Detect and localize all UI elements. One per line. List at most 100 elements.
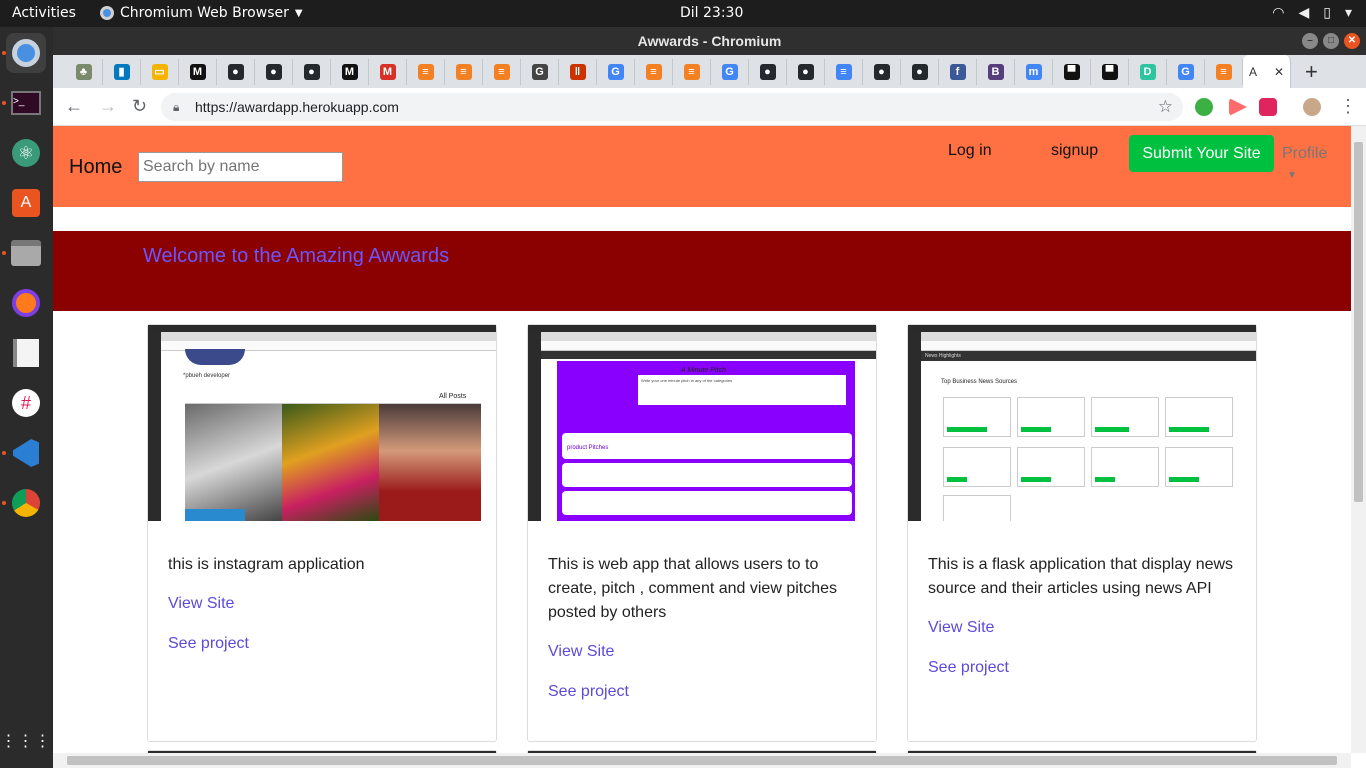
tab-mdb[interactable]: m	[1015, 58, 1053, 85]
tab-github[interactable]: ●	[901, 58, 939, 85]
scrollbar-thumb[interactable]	[67, 756, 1337, 765]
green-extension-icon[interactable]	[1195, 98, 1213, 116]
avatar-icon[interactable]	[1303, 98, 1321, 116]
minimize-button[interactable]: –	[1302, 33, 1318, 49]
pdf-extension-icon[interactable]	[1259, 98, 1277, 116]
dock-slack[interactable]: #	[6, 383, 46, 423]
tab-google[interactable]: G	[711, 58, 749, 85]
home-link[interactable]: Home	[69, 156, 122, 179]
tab-gmail[interactable]: M	[369, 58, 407, 85]
dock-firefox[interactable]	[6, 283, 46, 323]
tab-bootstrap[interactable]: B	[977, 58, 1015, 85]
project-description: This is web app that allows users to to …	[548, 556, 838, 621]
signup-link[interactable]: signup	[1051, 142, 1098, 160]
tab-google[interactable]: G	[597, 58, 635, 85]
stackoverflow-icon: ≡	[417, 63, 434, 80]
tab-stackoverflow[interactable]: ≡	[483, 58, 521, 85]
tab-github[interactable]: ●	[293, 58, 331, 85]
vertical-scrollbar[interactable]	[1351, 126, 1366, 753]
wifi-icon: ◠	[1272, 4, 1285, 20]
view-site-link[interactable]: View Site	[928, 619, 994, 637]
tab-tree[interactable]: ♣	[65, 58, 103, 85]
activities-button[interactable]: Activities	[12, 5, 76, 21]
tab-medium[interactable]: M	[331, 58, 369, 85]
project-card: *pbueh developer All Posts this is insta…	[147, 324, 497, 742]
project-card: A Minute Pitch Write your one minute pit…	[527, 324, 877, 742]
profile-dropdown[interactable]: Profile	[1282, 145, 1327, 163]
see-project-link[interactable]: See project	[548, 683, 629, 701]
tab-heroku[interactable]: ▀	[1091, 58, 1129, 85]
arrow-extension-icon[interactable]	[1229, 98, 1247, 116]
tab-active-awwards[interactable]: A ✕	[1243, 55, 1291, 88]
dock-atom[interactable]: ⚛	[6, 133, 46, 173]
scrollbar-thumb[interactable]	[1354, 142, 1363, 502]
see-project-link[interactable]: See project	[168, 635, 249, 653]
horizontal-scrollbar[interactable]	[53, 753, 1351, 768]
heroku-icon: ▀	[1101, 63, 1118, 80]
tab-google[interactable]: G	[1167, 58, 1205, 85]
power-menu-icon: ▾	[1344, 4, 1352, 20]
submit-site-button[interactable]: Submit Your Site	[1129, 135, 1274, 172]
tab-stackoverflow[interactable]: ≡	[1205, 58, 1243, 85]
dock-software[interactable]: A	[6, 183, 46, 223]
dock-chromium[interactable]	[6, 33, 46, 73]
google-docs-icon: ≡	[835, 63, 852, 80]
project-screenshot[interactable]: A Minute Pitch Write your one minute pit…	[528, 325, 876, 521]
tab-slides[interactable]: ▭	[141, 58, 179, 85]
firefox-icon	[12, 289, 40, 317]
google-icon: G	[607, 63, 624, 80]
tab-stackoverflow[interactable]: ≡	[673, 58, 711, 85]
address-bar[interactable]: 🔒︎ https://awardapp.herokuapp.com ☆	[161, 93, 1183, 121]
clock[interactable]: Dil 23:30	[680, 5, 743, 21]
tab-dj[interactable]: D	[1129, 58, 1167, 85]
view-site-link[interactable]: View Site	[168, 595, 234, 613]
reload-button[interactable]: ↻	[132, 96, 147, 117]
window-titlebar[interactable]: Awwards - Chromium – □ ✕	[53, 27, 1366, 55]
forward-button[interactable]: →	[99, 96, 117, 117]
tab-stackoverflow[interactable]: ≡	[445, 58, 483, 85]
system-tray[interactable]: ◠ ◀ ▯ ▾	[1272, 4, 1352, 21]
bookmark-star-icon[interactable]: ☆	[1158, 93, 1173, 121]
stackoverflow-icon: ≡	[645, 63, 662, 80]
project-screenshot[interactable]: *pbueh developer All Posts	[148, 325, 496, 521]
tab-pdf[interactable]: ‖	[559, 58, 597, 85]
running-indicator	[2, 101, 6, 105]
project-screenshot[interactable]: News Highlights Top Business News Source…	[908, 325, 1256, 521]
chromium-icon	[12, 39, 40, 67]
tab-github[interactable]: ●	[255, 58, 293, 85]
dock-show-apps[interactable]: ⋮⋮⋮	[1, 721, 51, 761]
new-tab-button[interactable]: +	[1305, 59, 1318, 85]
tab-github[interactable]: ●	[217, 58, 255, 85]
tab-stackoverflow[interactable]: ≡	[407, 58, 445, 85]
maximize-button[interactable]: □	[1323, 33, 1339, 49]
tab-docs[interactable]: G	[521, 58, 559, 85]
dock-terminal[interactable]: >_	[6, 83, 46, 123]
tab-stackoverflow[interactable]: ≡	[635, 58, 673, 85]
dock-text-editor[interactable]	[6, 333, 46, 373]
tab-github[interactable]: ●	[749, 58, 787, 85]
see-project-link[interactable]: See project	[928, 659, 1009, 677]
app-menu[interactable]: Chromium Web Browser ▼	[100, 5, 303, 21]
tab-trello[interactable]: ▮	[103, 58, 141, 85]
tab-facebook[interactable]: f	[939, 58, 977, 85]
github-icon: ●	[303, 63, 320, 80]
dock-vscode[interactable]	[6, 433, 46, 473]
close-button[interactable]: ✕	[1344, 33, 1360, 49]
search-input[interactable]	[138, 152, 343, 182]
atom-icon: ⚛	[12, 139, 40, 167]
dock-chrome[interactable]	[6, 483, 46, 523]
login-link[interactable]: Log in	[948, 142, 992, 160]
tab-github[interactable]: ●	[787, 58, 825, 85]
preview-subtext: *pbueh developer	[183, 373, 231, 379]
tab-medium[interactable]: M	[179, 58, 217, 85]
dock-files[interactable]	[6, 233, 46, 273]
tab-close-icon[interactable]: ✕	[1274, 65, 1284, 79]
view-site-link[interactable]: View Site	[548, 643, 614, 661]
tab-google-docs[interactable]: ≡	[825, 58, 863, 85]
menu-icon[interactable]: ⋮	[1339, 96, 1357, 117]
tab-github[interactable]: ●	[863, 58, 901, 85]
slack-icon: #	[12, 389, 40, 417]
github-icon: ●	[265, 63, 282, 80]
back-button[interactable]: ←	[65, 96, 83, 117]
tab-heroku[interactable]: ▀	[1053, 58, 1091, 85]
